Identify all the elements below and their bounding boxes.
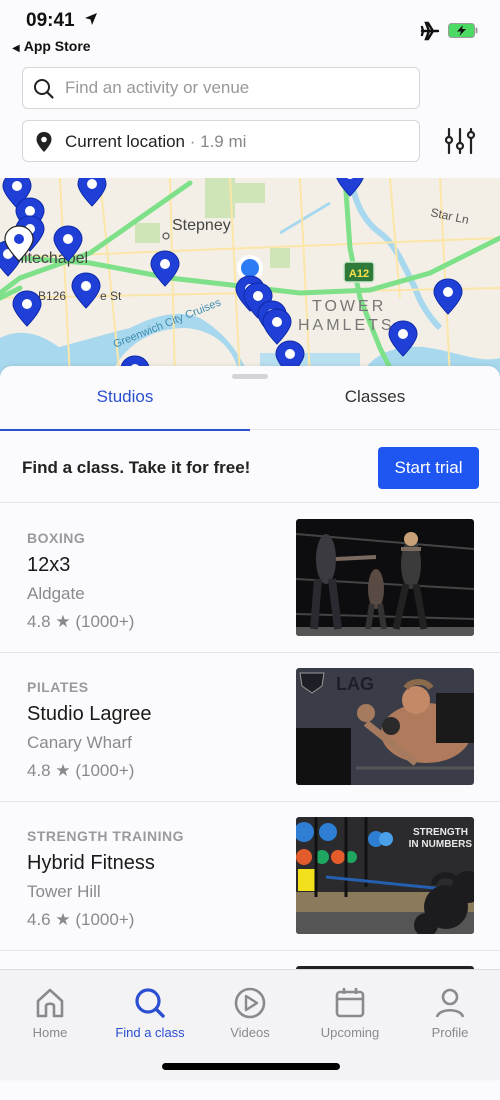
map-label-a12: A12	[349, 268, 369, 280]
search-input[interactable]	[65, 68, 405, 108]
star-icon: ★	[55, 761, 71, 780]
play-circle-icon	[234, 987, 266, 1019]
status-bar: 09:41 ◀ App Store	[0, 0, 500, 60]
search-icon	[34, 79, 54, 99]
studio-list-item[interactable]: BOXING 12x3 Aldgate 4.8 ★ (1000+)	[0, 504, 500, 653]
map-label-b126: B126	[38, 289, 66, 303]
review-count: (1000+)	[75, 761, 135, 780]
search-field[interactable]	[22, 67, 420, 109]
studio-area: Aldgate	[27, 584, 85, 603]
tabbar-label: Home	[32, 1025, 68, 1040]
location-pin-icon	[36, 132, 52, 152]
tabbar-label: Find a class	[115, 1025, 185, 1040]
map-label-star-ln: Star Ln	[429, 205, 470, 227]
airplane-icon	[420, 21, 440, 41]
studio-list-item[interactable]: STRENGTH TRAINING Hybrid Fitness Tower H…	[0, 802, 500, 951]
map-station-dot	[162, 232, 170, 240]
location-distance: · 1.9 mi	[189, 132, 247, 151]
thumb-text-lagree: LAG	[336, 674, 374, 694]
map-label-street: e St	[100, 289, 122, 303]
studio-category: BOXING	[27, 530, 86, 546]
map-canal	[279, 201, 331, 235]
results-tabs: Studios Classes	[0, 380, 500, 431]
map-park	[270, 248, 290, 268]
map-label-tower: TOWER	[312, 298, 386, 315]
thumb-text-strength: STRENGTH	[413, 827, 468, 838]
search-icon	[135, 988, 165, 1018]
studio-rating: 4.8 ★ (1000+)	[27, 612, 134, 632]
studio-name: 12x3	[27, 554, 71, 576]
studio-name: Studio Lagree	[27, 703, 152, 725]
location-label: Current location	[65, 132, 186, 151]
battery-charging-icon	[448, 23, 478, 38]
tabbar-label: Upcoming	[320, 1025, 380, 1040]
studio-category: STRENGTH TRAINING	[27, 828, 185, 844]
venue-map-pin[interactable]	[12, 290, 42, 327]
tabbar-item-find-a-class[interactable]: Find a class	[100, 978, 200, 1040]
profile-icon	[435, 988, 465, 1018]
back-triangle-icon: ◀	[12, 43, 20, 54]
map-park	[135, 223, 160, 243]
map-label-hamlets: HAMLETS	[298, 317, 395, 334]
studio-name: Hybrid Fitness	[27, 852, 155, 874]
status-time: 09:41	[26, 10, 75, 31]
filter-sliders-icon[interactable]	[444, 126, 476, 156]
user-location-dot	[241, 259, 259, 277]
tab-classes[interactable]: Classes	[250, 380, 500, 430]
search-header: Current location · 1.9 mi	[0, 60, 500, 178]
studio-category: PILATES	[27, 679, 89, 695]
map-park	[235, 183, 265, 203]
venue-map-pin[interactable]	[262, 308, 292, 345]
tab-studios[interactable]: Studios	[0, 380, 250, 431]
back-app-label: App Store	[23, 38, 91, 54]
calendar-icon	[335, 988, 365, 1018]
review-count: (1000+)	[75, 612, 135, 631]
tabbar-item-upcoming[interactable]: Upcoming	[300, 978, 400, 1040]
tabbar-label: Profile	[431, 1025, 469, 1040]
tabbar-label: Videos	[230, 1025, 270, 1040]
review-count: (1000+)	[75, 910, 135, 929]
rating-value: 4.8	[27, 761, 51, 780]
studio-list-item[interactable]: PILATES Studio Lagree Canary Wharf 4.8 ★…	[0, 653, 500, 802]
back-to-app-store[interactable]: ◀ App Store	[12, 38, 91, 54]
home-icon	[36, 988, 64, 1018]
tabbar-item-videos[interactable]: Videos	[200, 978, 300, 1040]
venue-map-pin[interactable]	[71, 272, 101, 309]
a12-road-badge: A12	[343, 261, 375, 283]
studio-area: Canary Wharf	[27, 733, 132, 752]
sheet-grabber[interactable]	[232, 374, 268, 379]
studio-photo-pilates: LAG	[296, 668, 474, 785]
start-trial-button[interactable]: Start trial	[378, 447, 479, 489]
studio-photo-boxing	[296, 519, 474, 636]
free-trial-banner: Find a class. Take it for free! Start tr…	[0, 430, 500, 503]
tabbar-item-profile[interactable]: Profile	[400, 978, 500, 1040]
map-canvas[interactable]: A12 Stepney Whitechapel B126 e St Star L…	[0, 178, 500, 378]
studio-rating: 4.8 ★ (1000+)	[27, 761, 134, 781]
star-icon: ★	[55, 612, 71, 631]
thumb-text-numbers: IN NUMBERS	[409, 839, 473, 850]
venue-map-pin[interactable]	[433, 278, 463, 315]
tabbar-item-home[interactable]: Home	[0, 978, 100, 1040]
location-text: Current location · 1.9 mi	[65, 132, 246, 152]
rating-value: 4.6	[27, 910, 51, 929]
studio-rating: 4.6 ★ (1000+)	[27, 910, 134, 930]
rating-value: 4.8	[27, 612, 51, 631]
venue-map-pin[interactable]	[336, 178, 364, 197]
star-icon: ★	[55, 910, 71, 929]
promo-text: Find a class. Take it for free!	[22, 458, 251, 477]
map-view[interactable]: A12 Stepney Whitechapel B126 e St Star L…	[0, 178, 500, 378]
map-label-stepney: Stepney	[172, 217, 231, 234]
home-indicator	[162, 1063, 340, 1070]
studio-area: Tower Hill	[27, 882, 101, 901]
location-field[interactable]: Current location · 1.9 mi	[22, 120, 420, 162]
location-arrow-icon	[85, 13, 97, 25]
studio-photo-strength: STRENGTH IN NUMBERS	[296, 817, 474, 934]
